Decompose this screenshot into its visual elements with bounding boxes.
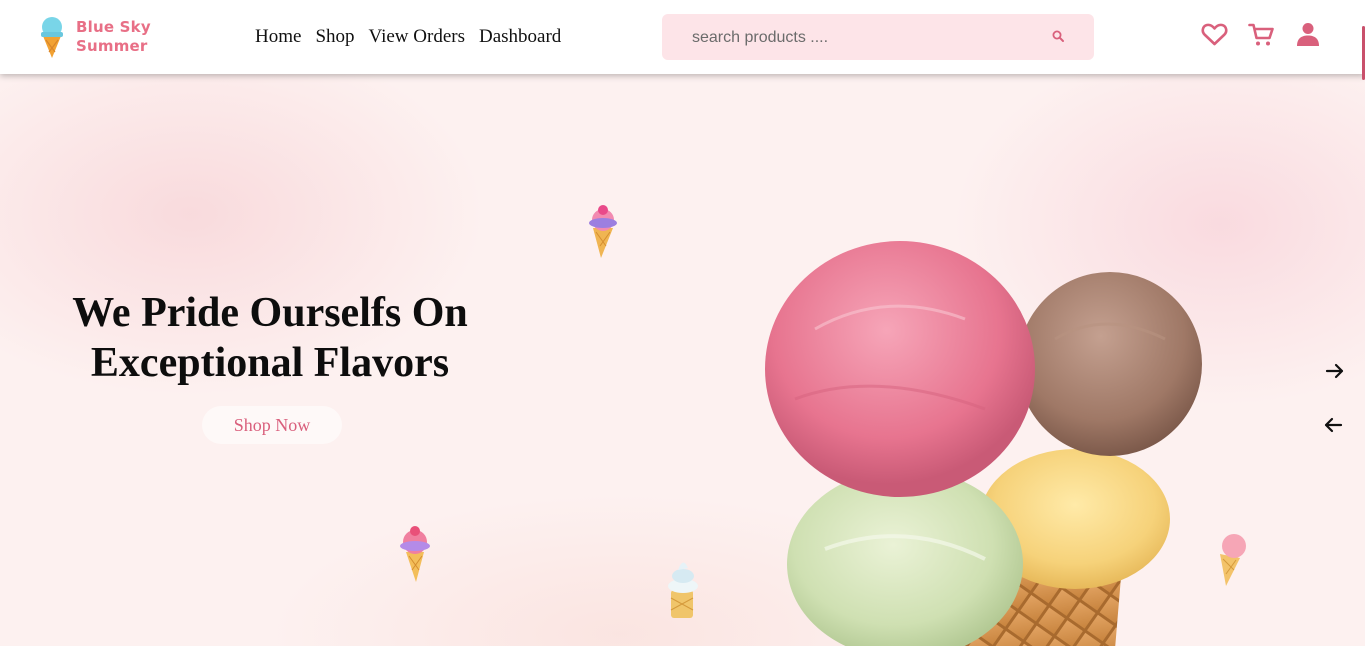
- soft-serve-decoration-icon: [668, 562, 698, 618]
- hero-banner: We Pride Ourselfs On Exceptional Flavors…: [0, 74, 1365, 646]
- site-header: Blue Sky Summer Home Shop View Orders Da…: [0, 0, 1365, 74]
- nav-view-orders[interactable]: View Orders: [369, 26, 465, 48]
- search-icon[interactable]: [1049, 27, 1069, 47]
- hero-title-line1: We Pride Ourselfs On: [72, 290, 468, 336]
- brand-name-line2: Summer: [76, 37, 148, 55]
- cart-icon[interactable]: [1248, 22, 1275, 47]
- hero-title: We Pride Ourselfs On Exceptional Flavors: [40, 288, 500, 388]
- user-icon[interactable]: [1296, 22, 1320, 47]
- ice-cream-logo-icon: [41, 17, 63, 58]
- search-bar: [662, 14, 1094, 60]
- small-ice-cream-decoration-icon: [1220, 534, 1246, 586]
- arrow-right-icon[interactable]: [1323, 359, 1347, 383]
- ice-cream-cone-illustration: [765, 241, 1202, 646]
- main-nav: Home Shop View Orders Dashboard: [255, 26, 561, 48]
- small-ice-cream-decoration-icon: [400, 526, 430, 582]
- brand-logo[interactable]: Blue Sky Summer: [38, 14, 168, 60]
- heart-icon[interactable]: [1201, 22, 1228, 47]
- nav-shop[interactable]: Shop: [315, 26, 354, 48]
- brand-name-line1: Blue Sky: [76, 18, 151, 36]
- small-ice-cream-decoration-icon: [589, 205, 617, 258]
- hero-title-line2: Exceptional Flavors: [90, 340, 450, 386]
- nav-dashboard[interactable]: Dashboard: [479, 26, 561, 48]
- search-input[interactable]: [690, 26, 1034, 50]
- shop-now-button[interactable]: Shop Now: [202, 406, 342, 444]
- nav-home[interactable]: Home: [255, 26, 301, 48]
- arrow-left-icon[interactable]: [1321, 413, 1345, 437]
- brand-name: Blue Sky Summer: [76, 18, 151, 56]
